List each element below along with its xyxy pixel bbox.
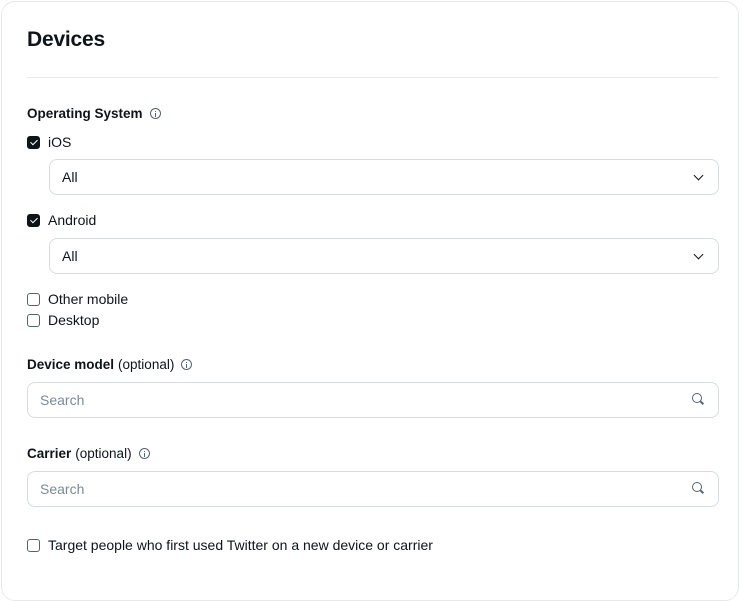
device-model-search[interactable] (27, 382, 719, 418)
checkbox-new-device[interactable]: Target people who first used Twitter on … (27, 537, 433, 553)
carrier-label: Carrier (optional) (27, 446, 150, 461)
device-model-search-input[interactable] (40, 392, 692, 408)
info-icon[interactable] (181, 359, 193, 370)
operating-system-label: Operating System (27, 106, 161, 121)
checkbox-other-mobile[interactable]: Other mobile (27, 291, 128, 307)
checkbox-checked-icon[interactable] (27, 135, 40, 149)
checkbox-ios[interactable]: iOS (27, 134, 71, 150)
ios-version-select[interactable]: All (49, 159, 719, 195)
checkbox-android[interactable]: Android (27, 212, 96, 228)
carrier-search-input[interactable] (40, 481, 692, 497)
chevron-down-icon (693, 170, 704, 180)
section-title: Devices (27, 28, 105, 51)
carrier-search[interactable] (27, 471, 719, 507)
checkbox-unchecked-icon[interactable] (27, 292, 40, 306)
info-icon[interactable] (138, 448, 150, 459)
chevron-down-icon (693, 249, 704, 259)
checkbox-checked-icon[interactable] (27, 213, 40, 227)
devices-card: Devices Operating System iOS All Android… (1, 1, 739, 601)
search-icon (692, 393, 706, 407)
search-icon (692, 482, 706, 496)
checkbox-desktop[interactable]: Desktop (27, 312, 99, 328)
android-version-select[interactable]: All (49, 238, 719, 274)
checkbox-unchecked-icon[interactable] (27, 538, 40, 552)
info-icon[interactable] (149, 108, 161, 119)
divider (27, 77, 719, 78)
device-model-label: Device model (optional) (27, 357, 193, 372)
checkbox-unchecked-icon[interactable] (27, 313, 40, 327)
